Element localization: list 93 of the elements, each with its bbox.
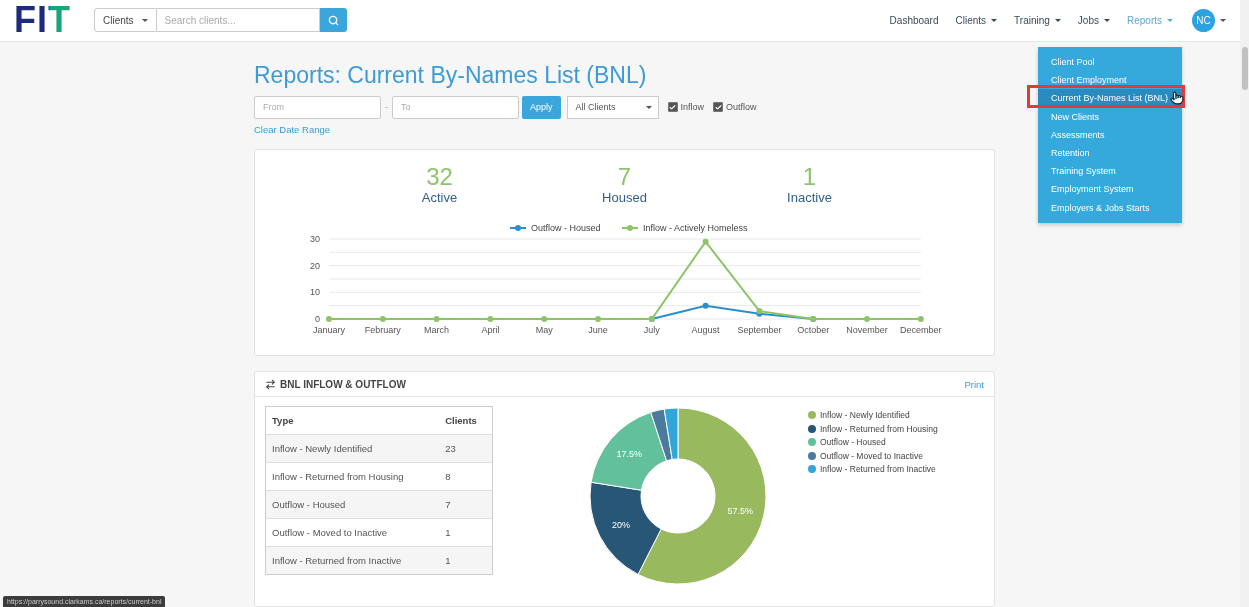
stat-value: 32 xyxy=(426,163,453,190)
axis-label: January xyxy=(313,325,345,335)
axis-label: December xyxy=(900,325,942,335)
stat-label: Active xyxy=(421,190,458,205)
data-point xyxy=(487,316,494,322)
caret-icon xyxy=(645,105,652,109)
table-cell: Inflow - Newly Identified xyxy=(265,434,440,463)
search-icon xyxy=(327,14,339,26)
axis-label: May xyxy=(535,325,553,335)
to-date-field[interactable]: To xyxy=(392,95,519,119)
stat-label: Inactive xyxy=(787,190,832,205)
slice-label: 17.5% xyxy=(616,449,643,460)
axis-label: June xyxy=(588,325,608,335)
from-date-field[interactable]: From xyxy=(254,95,381,119)
legend-label: Outflow - Housed xyxy=(820,437,886,447)
search-button[interactable] xyxy=(319,8,347,33)
axis-label: July xyxy=(643,325,660,335)
scrollbar-thumb[interactable] xyxy=(1242,47,1248,90)
slice-label: 20% xyxy=(611,520,630,531)
legend-label: Inflow - Returned from Inactive xyxy=(820,464,936,474)
legend-label: Inflow - Returned from Housing xyxy=(820,423,938,434)
apply-button[interactable]: Apply xyxy=(522,95,561,119)
column-header: Clients xyxy=(439,406,493,435)
menu-item[interactable]: Assessments xyxy=(1038,125,1182,144)
nav-link[interactable]: Jobs xyxy=(1077,14,1110,26)
checkbox-label: Inflow xyxy=(680,102,705,113)
checkbox-label: Outflow xyxy=(726,102,757,113)
legend-icon xyxy=(509,225,527,231)
print-link[interactable]: Print xyxy=(964,378,984,390)
table-cell: 23 xyxy=(439,434,493,463)
legend-label: Outflow - Moved to Inactive xyxy=(820,450,923,461)
table-cell: Inflow - Returned from Housing xyxy=(265,462,440,491)
data-point xyxy=(702,302,709,309)
user-avatar[interactable]: NC xyxy=(1192,8,1215,32)
table-cell: Outflow - Housed xyxy=(265,490,440,519)
menu-item[interactable]: New Clients xyxy=(1038,107,1182,126)
table-cell: 7 xyxy=(439,490,493,519)
panel-title: BNL INFLOW & OUTFLOW xyxy=(280,378,406,390)
legend-label: Outflow - Housed xyxy=(531,223,601,233)
data-point xyxy=(326,316,332,322)
nav-link[interactable]: Training xyxy=(1014,14,1061,26)
menu-item[interactable]: Training System xyxy=(1038,162,1182,181)
nav-link[interactable]: Reports xyxy=(1127,14,1173,26)
stat-value: 7 xyxy=(617,163,632,190)
slice-label: 57.5% xyxy=(727,505,753,516)
table-cell: 1 xyxy=(439,546,493,575)
axis-label: November xyxy=(846,325,888,335)
legend-label: Inflow - Newly Identified xyxy=(820,410,910,420)
column-header: Type xyxy=(265,406,440,435)
axis-label: 0 xyxy=(315,314,320,324)
page-title: Reports: Current By-Names List (BNL) xyxy=(254,61,648,89)
table-cell: Outflow - Moved to Inactive xyxy=(265,518,440,547)
axis-label: August xyxy=(691,325,720,335)
table-cell: Inflow - Returned from Inactive xyxy=(265,546,440,575)
axis-label: April xyxy=(481,325,500,335)
legend-icon xyxy=(621,225,639,231)
axis-label: September xyxy=(737,325,782,335)
caret-icon xyxy=(1220,18,1226,22)
menu-item[interactable]: Client Pool xyxy=(1038,53,1182,72)
data-point xyxy=(864,316,870,322)
menu-item[interactable]: Employment System xyxy=(1038,180,1182,199)
axis-label: February xyxy=(364,325,401,335)
nav-link[interactable]: Dashboard xyxy=(889,14,939,26)
axis-label: 30 xyxy=(310,234,320,244)
exchange-icon xyxy=(265,378,276,390)
data-point xyxy=(379,316,386,322)
checkbox[interactable] xyxy=(713,102,724,113)
menu-item[interactable]: Retention xyxy=(1038,144,1182,163)
axis-label: 20 xyxy=(310,260,320,271)
checkbox[interactable] xyxy=(667,102,678,113)
menu-item[interactable]: Employers & Jobs Starts xyxy=(1038,198,1182,217)
scope-dropdown[interactable]: Clients xyxy=(94,8,157,33)
search-field[interactable]: Search clients... xyxy=(156,8,320,33)
hand-cursor-icon xyxy=(1170,91,1184,106)
data-point xyxy=(917,316,924,322)
caret-icon xyxy=(141,18,148,22)
data-point xyxy=(595,316,601,322)
data-point xyxy=(433,316,440,322)
client-select[interactable]: All Clients xyxy=(566,95,659,119)
legend-label: Inflow - Actively Homeless xyxy=(643,223,748,233)
data-point xyxy=(702,238,709,245)
table-cell: 8 xyxy=(439,462,493,491)
clear-date-link[interactable]: Clear Date Range xyxy=(254,123,331,135)
menu-item[interactable]: Client Employment xyxy=(1038,71,1182,90)
table-cell: 1 xyxy=(439,518,493,547)
stat-value: 1 xyxy=(802,163,817,190)
range-separator: - xyxy=(385,102,388,113)
nav-link[interactable]: Clients xyxy=(955,14,998,26)
axis-label: October xyxy=(797,325,830,335)
axis-label: March xyxy=(424,325,450,335)
axis-label: 10 xyxy=(310,287,320,298)
stat-label: Housed xyxy=(602,190,647,205)
data-point xyxy=(541,316,548,322)
